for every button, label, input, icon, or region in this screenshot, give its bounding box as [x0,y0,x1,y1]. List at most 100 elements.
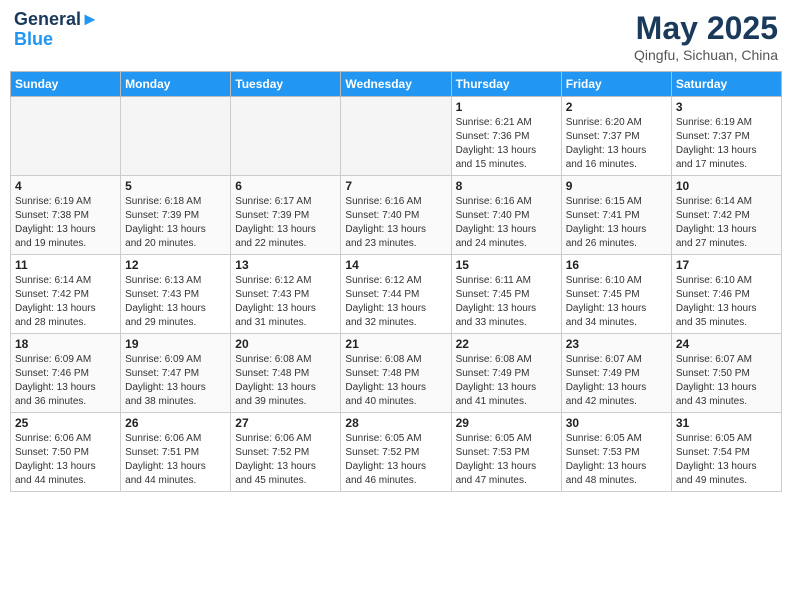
day-info: Sunrise: 6:06 AMSunset: 7:51 PMDaylight:… [125,432,226,488]
day-cell-17: 17 Sunrise: 6:10 AMSunset: 7:46 PMDayligh… [671,255,781,334]
day-cell-6: 6 Sunrise: 6:17 AMSunset: 7:39 PMDaylight… [231,176,341,255]
day-info: Sunrise: 6:10 AMSunset: 7:45 PMDaylight:… [566,274,667,330]
day-info: Sunrise: 6:12 AMSunset: 7:43 PMDaylight:… [235,274,336,330]
day-info: Sunrise: 6:08 AMSunset: 7:49 PMDaylight:… [456,353,557,409]
day-info: Sunrise: 6:07 AMSunset: 7:50 PMDaylight:… [676,353,777,409]
day-number: 28 [345,416,446,430]
col-header-sunday: Sunday [11,72,121,97]
empty-cell [231,97,341,176]
col-header-wednesday: Wednesday [341,72,451,97]
day-number: 21 [345,337,446,351]
day-number: 4 [15,179,116,193]
day-cell-15: 15 Sunrise: 6:11 AMSunset: 7:45 PMDayligh… [451,255,561,334]
day-info: Sunrise: 6:08 AMSunset: 7:48 PMDaylight:… [345,353,446,409]
day-number: 26 [125,416,226,430]
week-row-3: 11 Sunrise: 6:14 AMSunset: 7:42 PMDayligh… [11,255,782,334]
day-cell-16: 16 Sunrise: 6:10 AMSunset: 7:45 PMDayligh… [561,255,671,334]
page-header: General► Blue May 2025 Qingfu, Sichuan, … [10,10,782,63]
day-cell-21: 21 Sunrise: 6:08 AMSunset: 7:48 PMDayligh… [341,334,451,413]
day-number: 22 [456,337,557,351]
calendar-table: SundayMondayTuesdayWednesdayThursdayFrid… [10,71,782,492]
logo-blue: ► [81,9,99,29]
day-cell-20: 20Sunrise: 6:08 AMSunset: 7:48 PMDayligh… [231,334,341,413]
day-number: 10 [676,179,777,193]
day-number: 11 [15,258,116,272]
day-cell-14: 14 Sunrise: 6:12 AMSunset: 7:44 PMDayligh… [341,255,451,334]
month-year: May 2025 [634,10,778,47]
day-info: Sunrise: 6:17 AMSunset: 7:39 PMDaylight:… [235,195,336,251]
day-cell-31: 31Sunrise: 6:05 AMSunset: 7:54 PMDayligh… [671,413,781,492]
day-info: Sunrise: 6:13 AMSunset: 7:43 PMDaylight:… [125,274,226,330]
day-number: 9 [566,179,667,193]
day-info: Sunrise: 6:05 AMSunset: 7:53 PMDaylight:… [566,432,667,488]
header-row: SundayMondayTuesdayWednesdayThursdayFrid… [11,72,782,97]
col-header-friday: Friday [561,72,671,97]
day-info: Sunrise: 6:19 AMSunset: 7:38 PMDaylight:… [15,195,116,251]
day-cell-18: 18 Sunrise: 6:09 AMSunset: 7:46 PMDayligh… [11,334,121,413]
day-info: Sunrise: 6:15 AMSunset: 7:41 PMDaylight:… [566,195,667,251]
day-number: 29 [456,416,557,430]
day-info: Sunrise: 6:05 AMSunset: 7:52 PMDaylight:… [345,432,446,488]
day-info: Sunrise: 6:08 AMSunset: 7:48 PMDaylight:… [235,353,336,409]
col-header-saturday: Saturday [671,72,781,97]
day-number: 8 [456,179,557,193]
location: Qingfu, Sichuan, China [634,47,778,63]
week-row-2: 4 Sunrise: 6:19 AMSunset: 7:38 PMDaylight… [11,176,782,255]
week-row-5: 25 Sunrise: 6:06 AMSunset: 7:50 PMDayligh… [11,413,782,492]
day-number: 24 [676,337,777,351]
day-cell-24: 24 Sunrise: 6:07 AMSunset: 7:50 PMDayligh… [671,334,781,413]
day-info: Sunrise: 6:07 AMSunset: 7:49 PMDaylight:… [566,353,667,409]
day-info: Sunrise: 6:12 AMSunset: 7:44 PMDaylight:… [345,274,446,330]
day-number: 18 [15,337,116,351]
day-info: Sunrise: 6:05 AMSunset: 7:54 PMDaylight:… [676,432,777,488]
day-cell-23: 23Sunrise: 6:07 AMSunset: 7:49 PMDayligh… [561,334,671,413]
logo-blue-text: Blue [14,30,99,50]
day-info: Sunrise: 6:21 AMSunset: 7:36 PMDaylight:… [456,116,557,172]
day-number: 1 [456,100,557,114]
logo: General► Blue [14,10,99,50]
day-info: Sunrise: 6:20 AMSunset: 7:37 PMDaylight:… [566,116,667,172]
day-number: 7 [345,179,446,193]
day-number: 14 [345,258,446,272]
day-info: Sunrise: 6:09 AMSunset: 7:46 PMDaylight:… [15,353,116,409]
day-cell-12: 12 Sunrise: 6:13 AMSunset: 7:43 PMDayligh… [121,255,231,334]
day-info: Sunrise: 6:14 AMSunset: 7:42 PMDaylight:… [15,274,116,330]
week-row-4: 18 Sunrise: 6:09 AMSunset: 7:46 PMDayligh… [11,334,782,413]
day-cell-4: 4 Sunrise: 6:19 AMSunset: 7:38 PMDaylight… [11,176,121,255]
day-cell-3: 3Sunrise: 6:19 AMSunset: 7:37 PMDaylight… [671,97,781,176]
day-info: Sunrise: 6:06 AMSunset: 7:50 PMDaylight:… [15,432,116,488]
empty-cell [121,97,231,176]
day-cell-7: 7 Sunrise: 6:16 AMSunset: 7:40 PMDaylight… [341,176,451,255]
day-cell-5: 5Sunrise: 6:18 AMSunset: 7:39 PMDaylight… [121,176,231,255]
day-number: 16 [566,258,667,272]
day-cell-2: 2 Sunrise: 6:20 AMSunset: 7:37 PMDaylight… [561,97,671,176]
day-cell-11: 11 Sunrise: 6:14 AMSunset: 7:42 PMDayligh… [11,255,121,334]
day-cell-26: 26 Sunrise: 6:06 AMSunset: 7:51 PMDayligh… [121,413,231,492]
day-info: Sunrise: 6:10 AMSunset: 7:46 PMDaylight:… [676,274,777,330]
day-cell-1: 1 Sunrise: 6:21 AMSunset: 7:36 PMDaylight… [451,97,561,176]
empty-cell [11,97,121,176]
day-info: Sunrise: 6:11 AMSunset: 7:45 PMDaylight:… [456,274,557,330]
day-number: 2 [566,100,667,114]
day-number: 19 [125,337,226,351]
day-number: 12 [125,258,226,272]
title-block: May 2025 Qingfu, Sichuan, China [634,10,778,63]
day-number: 6 [235,179,336,193]
day-info: Sunrise: 6:16 AMSunset: 7:40 PMDaylight:… [345,195,446,251]
day-number: 13 [235,258,336,272]
day-number: 25 [15,416,116,430]
day-cell-8: 8Sunrise: 6:16 AMSunset: 7:40 PMDaylight… [451,176,561,255]
day-number: 5 [125,179,226,193]
day-cell-19: 19Sunrise: 6:09 AMSunset: 7:47 PMDayligh… [121,334,231,413]
day-cell-29: 29Sunrise: 6:05 AMSunset: 7:53 PMDayligh… [451,413,561,492]
col-header-tuesday: Tuesday [231,72,341,97]
day-cell-10: 10Sunrise: 6:14 AMSunset: 7:42 PMDayligh… [671,176,781,255]
day-cell-28: 28 Sunrise: 6:05 AMSunset: 7:52 PMDayligh… [341,413,451,492]
day-number: 17 [676,258,777,272]
day-number: 15 [456,258,557,272]
day-cell-25: 25 Sunrise: 6:06 AMSunset: 7:50 PMDayligh… [11,413,121,492]
day-cell-30: 30Sunrise: 6:05 AMSunset: 7:53 PMDayligh… [561,413,671,492]
day-info: Sunrise: 6:06 AMSunset: 7:52 PMDaylight:… [235,432,336,488]
empty-cell [341,97,451,176]
day-info: Sunrise: 6:19 AMSunset: 7:37 PMDaylight:… [676,116,777,172]
